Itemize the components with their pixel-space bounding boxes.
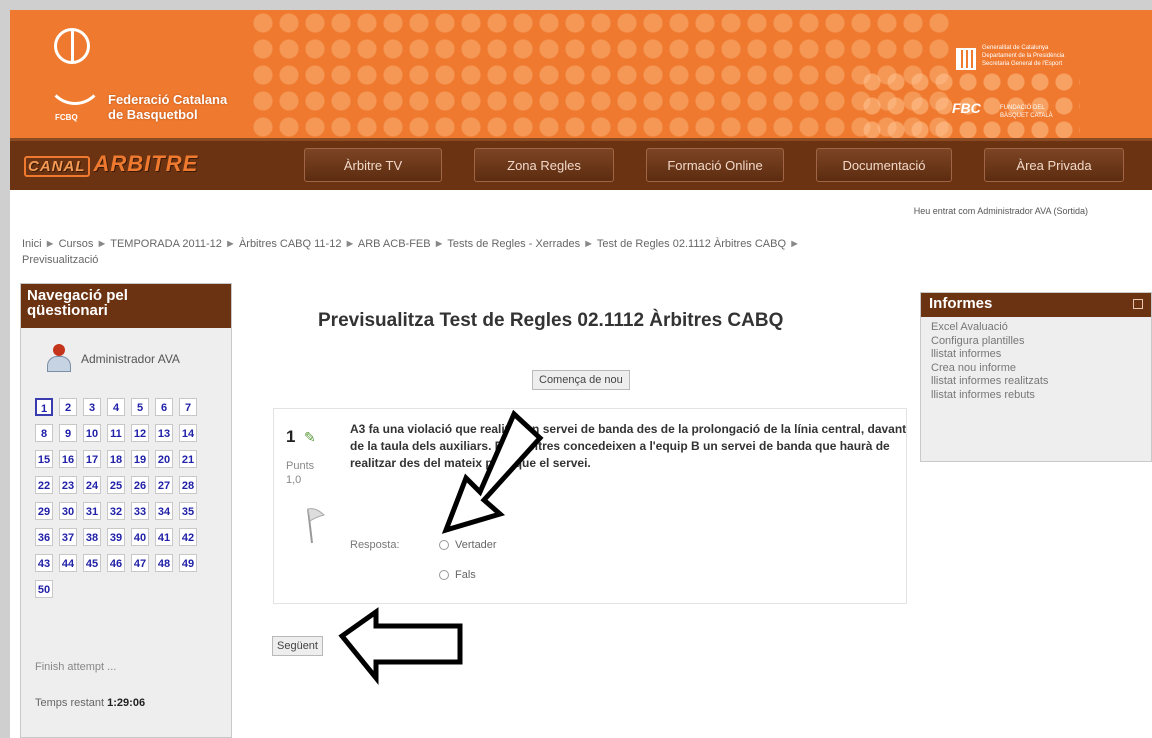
annotation-arrows — [338, 409, 544, 686]
page-frame: FCBQ Federació Catalana de Basquetbol Ge… — [10, 10, 1152, 738]
left-arrow-icon — [338, 607, 463, 686]
diagonal-arrow-icon — [441, 409, 544, 534]
